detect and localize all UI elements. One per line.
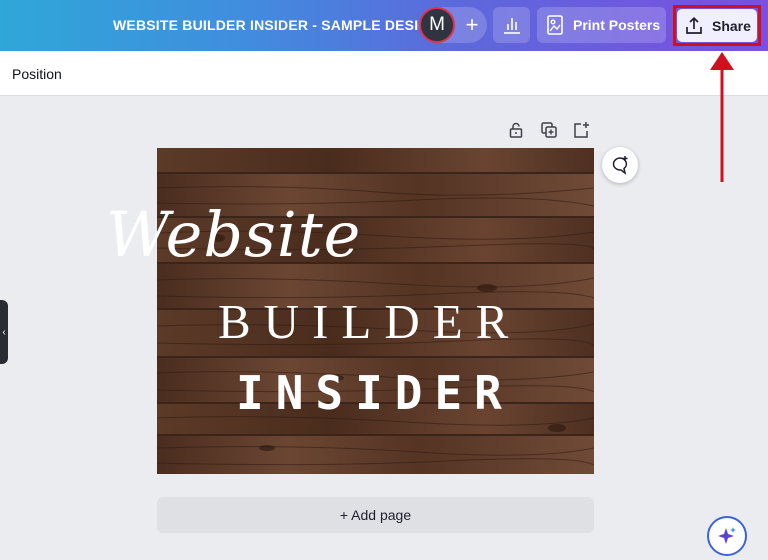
design-text-website[interactable]: Website xyxy=(106,198,361,271)
design-text-insider[interactable]: INSIDER xyxy=(236,366,514,420)
annotation-arrow xyxy=(710,52,734,182)
add-collaborator-button[interactable]: + xyxy=(457,7,487,43)
print-posters-label: Print Posters xyxy=(573,17,661,33)
side-panel-toggle[interactable]: ‹ xyxy=(0,300,8,364)
add-comment-icon xyxy=(612,156,628,175)
top-bar: WEBSITE BUILDER INSIDER - SAMPLE DESIGN … xyxy=(0,0,768,51)
magic-sparkle-icon xyxy=(718,527,736,544)
lock-icon[interactable] xyxy=(507,121,525,139)
add-page-button[interactable]: + Add page xyxy=(157,497,594,533)
design-text-builder[interactable]: BUILDER xyxy=(218,293,521,350)
print-poster-icon xyxy=(547,15,563,35)
share-label: Share xyxy=(712,17,751,34)
position-button[interactable]: Position xyxy=(12,66,62,82)
avatar[interactable]: M xyxy=(419,7,455,43)
upload-share-icon xyxy=(686,16,702,34)
share-button[interactable]: Share xyxy=(677,9,757,42)
duplicate-icon[interactable] xyxy=(540,121,558,139)
insights-button[interactable] xyxy=(493,7,530,43)
bar-chart-icon xyxy=(503,18,520,34)
collaborators-group: M + xyxy=(419,7,487,43)
magic-assistant-button[interactable] xyxy=(707,516,747,556)
add-comment-button[interactable] xyxy=(602,147,638,183)
context-toolbar: Position xyxy=(0,51,768,96)
document-title[interactable]: WEBSITE BUILDER INSIDER - SAMPLE DESIGN xyxy=(113,17,440,33)
print-posters-button[interactable]: Print Posters xyxy=(537,7,666,43)
add-page-icon[interactable] xyxy=(572,121,590,139)
